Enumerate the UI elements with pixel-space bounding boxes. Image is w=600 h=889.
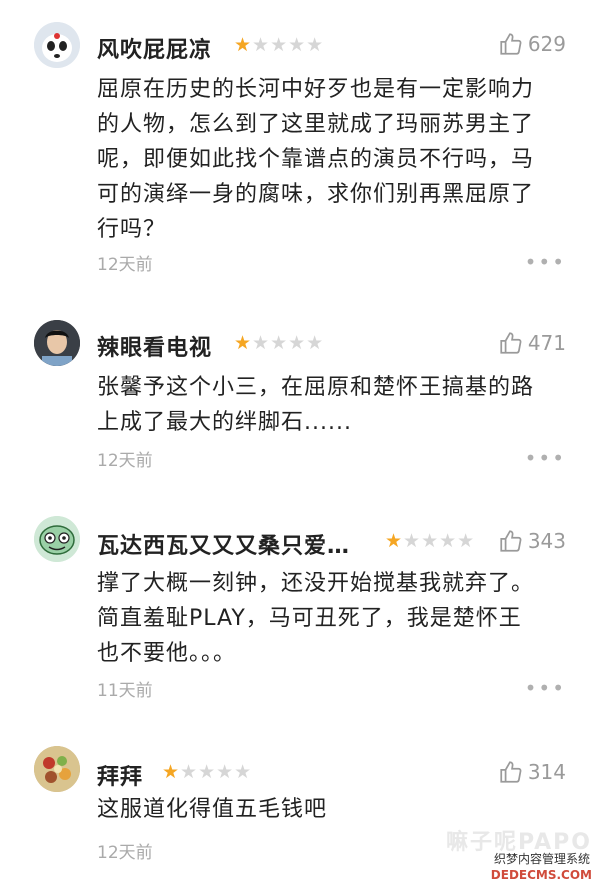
star-empty-icon: ★★★★: [252, 332, 325, 354]
comment-text: 撑了大概一刻钟，还没开始搅基我就弃了。 简直羞耻PLAY，马可丑死了，我是楚怀王…: [97, 571, 535, 666]
username[interactable]: 辣眼看电视: [97, 330, 212, 362]
watermark-url: DEDECMS.COM: [490, 868, 592, 882]
star-empty-icon: ★★★★: [403, 530, 476, 552]
comment-text: 张馨予这个小三，在屈原和楚怀王搞基的路 上成了最大的绊脚石......: [97, 375, 535, 435]
like-button[interactable]: 471: [498, 330, 566, 356]
thumbs-up-icon: [500, 530, 522, 552]
timestamp: 12天前: [97, 255, 153, 275]
star-empty-icon: ★★★★: [252, 34, 325, 56]
avatar[interactable]: [34, 516, 80, 562]
star-filled-icon: ★: [234, 34, 253, 56]
like-count: 343: [527, 529, 566, 553]
username[interactable]: 风吹屁屁凉: [97, 32, 212, 64]
thumbs-up-icon: [500, 761, 522, 783]
like-count: 629: [527, 32, 566, 56]
timestamp: 11天前: [97, 681, 153, 701]
more-options-icon[interactable]: •••: [525, 446, 566, 470]
more-options-icon[interactable]: •••: [525, 676, 566, 700]
avatar[interactable]: [34, 320, 80, 366]
rating-stars: ★★★★★: [234, 34, 324, 56]
username[interactable]: 拜拜: [97, 759, 143, 791]
like-button[interactable]: 343: [498, 528, 566, 554]
avatar[interactable]: [34, 22, 80, 68]
avatar[interactable]: [34, 746, 80, 792]
more-options-icon[interactable]: •••: [525, 250, 566, 274]
thumbs-up-icon: [500, 33, 522, 55]
star-filled-icon: ★: [162, 761, 181, 783]
star-filled-icon: ★: [234, 332, 253, 354]
like-count: 471: [527, 331, 566, 355]
like-button[interactable]: 629: [498, 31, 566, 57]
watermark-logo: 嘛子呢PAPO: [446, 830, 592, 855]
username[interactable]: 瓦达西瓦又又又桑只爱…: [97, 528, 350, 560]
comment-text: 这服道化得值五毛钱吧: [97, 797, 328, 822]
rating-stars: ★★★★★: [234, 332, 324, 354]
like-count: 314: [527, 760, 566, 784]
watermark: 嘛子呢PAPO 织梦内容管理系统 DEDECMS.COM: [446, 830, 592, 883]
rating-stars: ★★★★★: [162, 761, 252, 783]
timestamp: 12天前: [97, 843, 153, 863]
star-empty-icon: ★★★★: [180, 761, 253, 783]
star-filled-icon: ★: [385, 530, 404, 552]
like-button[interactable]: 314: [498, 759, 566, 785]
timestamp: 12天前: [97, 451, 153, 471]
rating-stars: ★★★★★: [385, 530, 475, 552]
comment-text: 屈原在历史的长河中好歹也是有一定影响力 的人物，怎么到了这里就成了玛丽苏男主了 …: [97, 77, 535, 242]
thumbs-up-icon: [500, 332, 522, 354]
